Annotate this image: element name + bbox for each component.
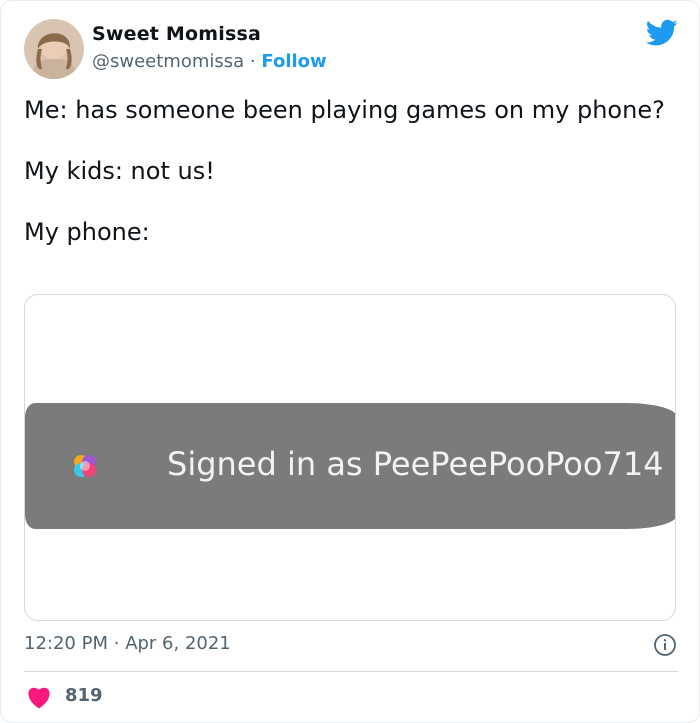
tweet-date[interactable]: Apr 6, 2021 xyxy=(125,633,231,654)
heart-icon[interactable] xyxy=(26,685,52,709)
tweet-media[interactable]: Signed in as PeePeePooPoo714 xyxy=(24,294,676,621)
follow-button[interactable]: Follow xyxy=(261,51,326,72)
handle-separator: · xyxy=(249,51,256,72)
tweet-text-line: Me: has someone been playing games on my… xyxy=(24,96,665,124)
like-count[interactable]: 819 xyxy=(65,685,103,706)
banner-text: Signed in as PeePeePooPoo714 xyxy=(167,445,664,483)
avatar[interactable] xyxy=(24,19,84,79)
tweet-meta: 12:20 PM · Apr 6, 2021 xyxy=(24,633,231,654)
tweet-text-line: My kids: not us! xyxy=(24,157,215,185)
author-handle[interactable]: @sweetmomissa xyxy=(92,51,244,72)
tweet-text-line: My phone: xyxy=(24,218,150,246)
game-center-icon xyxy=(74,455,96,477)
meta-separator: · xyxy=(113,633,120,654)
divider xyxy=(24,671,678,672)
tweet-time[interactable]: 12:20 PM xyxy=(24,633,108,654)
twitter-bird-icon[interactable] xyxy=(646,19,678,47)
info-icon[interactable] xyxy=(653,633,677,657)
author-handle-row: @sweetmomissa · Follow xyxy=(92,51,327,72)
tweet-text: Me: has someone been playing games on my… xyxy=(24,95,674,278)
author-display-name[interactable]: Sweet Momissa xyxy=(92,23,261,45)
tweet-card: Sweet Momissa @sweetmomissa · Follow Me:… xyxy=(0,0,700,723)
signed-in-banner: Signed in as PeePeePooPoo714 xyxy=(25,403,675,529)
